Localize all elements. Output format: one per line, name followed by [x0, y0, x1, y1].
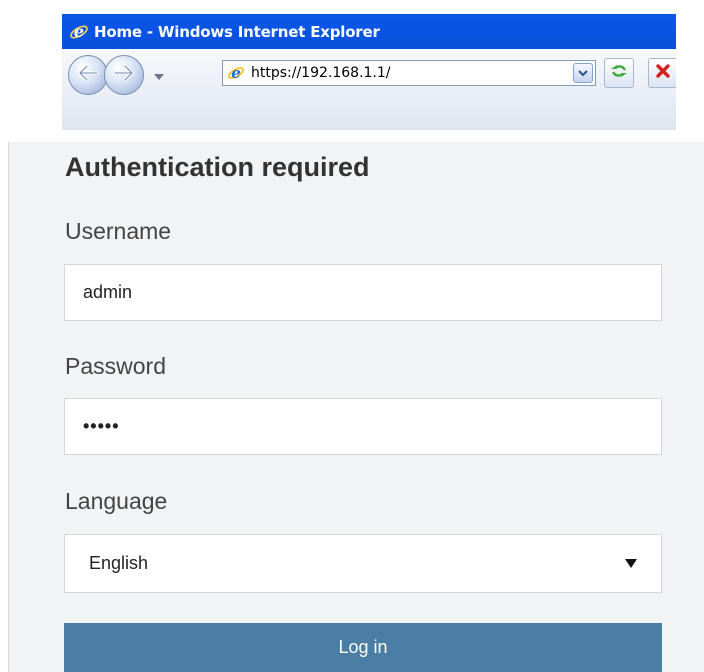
- svg-text:e: e: [74, 22, 84, 41]
- address-dropdown-button[interactable]: [573, 63, 593, 83]
- chevron-down-icon: [578, 64, 588, 82]
- browser-toolbar: e https://192.168.1.1/: [62, 49, 676, 130]
- back-button[interactable]: [68, 55, 108, 95]
- internet-explorer-icon: e: [68, 21, 90, 43]
- history-dropdown-button[interactable]: [152, 70, 166, 82]
- password-label: Password: [65, 353, 166, 379]
- language-select[interactable]: English: [64, 534, 662, 593]
- username-field[interactable]: [64, 264, 662, 321]
- svg-text:e: e: [231, 64, 241, 82]
- address-url[interactable]: https://192.168.1.1/: [251, 65, 573, 81]
- navigation-buttons: [68, 55, 176, 95]
- username-label: Username: [65, 218, 172, 244]
- stop-x-icon: [655, 63, 671, 84]
- password-field[interactable]: [64, 398, 662, 455]
- page-title: Authentication required: [65, 152, 370, 182]
- chevron-down-icon: [154, 67, 164, 85]
- refresh-icon: [608, 62, 630, 85]
- browser-titlebar: e Home - Windows Internet Explorer: [62, 14, 676, 49]
- back-arrow-icon: [77, 63, 99, 87]
- forward-arrow-icon: [113, 63, 135, 87]
- forward-button[interactable]: [104, 55, 144, 95]
- stop-button[interactable]: [648, 58, 676, 88]
- language-label: Language: [65, 488, 168, 514]
- browser-window: e Home - Windows Internet Explorer e htt…: [62, 14, 676, 130]
- refresh-button[interactable]: [604, 58, 634, 88]
- login-panel: Authentication required Username Passwor…: [8, 142, 704, 672]
- internet-explorer-icon: e: [227, 64, 245, 82]
- window-title: Home - Windows Internet Explorer: [94, 22, 380, 41]
- chevron-down-icon: [625, 555, 637, 573]
- language-selected-value: English: [89, 553, 149, 573]
- login-button[interactable]: Log in: [64, 623, 662, 672]
- address-bar[interactable]: e https://192.168.1.1/: [222, 60, 596, 86]
